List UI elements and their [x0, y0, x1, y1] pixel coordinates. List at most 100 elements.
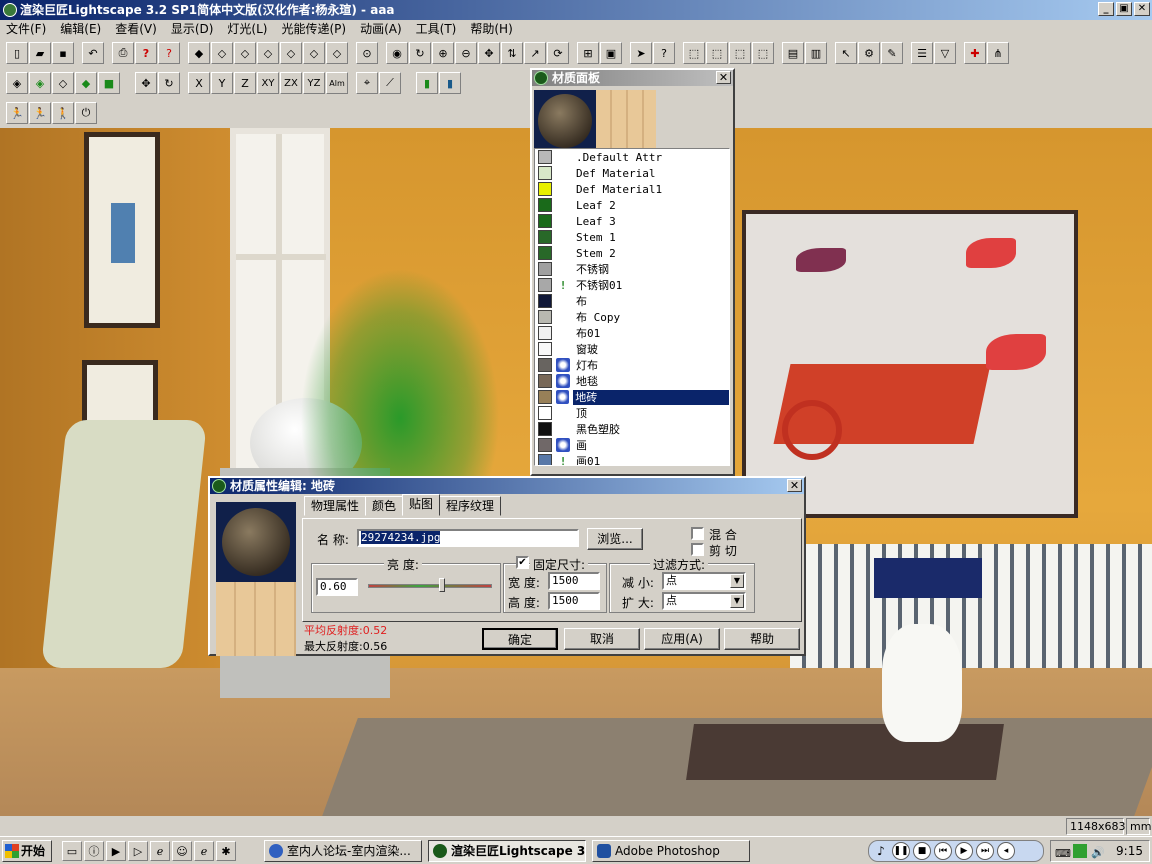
material-list-item[interactable]: 窗玻	[535, 341, 729, 357]
zoom-icon[interactable]: ⊖	[455, 42, 477, 64]
help-icon[interactable]: ?	[135, 42, 157, 64]
brightness-slider-track[interactable]	[368, 584, 492, 588]
width-input[interactable]: 1500	[548, 572, 600, 590]
eye-icon[interactable]: ◉	[386, 42, 408, 64]
blend-checkbox[interactable]	[691, 527, 704, 540]
axis-z-button[interactable]: Z	[234, 72, 256, 94]
pan-icon[interactable]: ✥	[478, 42, 500, 64]
apply-button[interactable]: 应用(A)	[644, 628, 720, 650]
menu-file[interactable]: 文件(F)	[6, 20, 46, 38]
menu-tools[interactable]: 工具(T)	[416, 20, 457, 38]
material-list-item[interactable]: 黑色塑胶	[535, 421, 729, 437]
menu-animation[interactable]: 动画(A)	[360, 20, 402, 38]
material-list-item[interactable]: Stem 2	[535, 245, 729, 261]
select-window-icon[interactable]: ⬚	[683, 42, 705, 64]
context-help-icon[interactable]: ?	[158, 42, 180, 64]
undo-icon[interactable]: ↶	[82, 42, 104, 64]
zoom-extent-icon[interactable]: ⊙	[356, 42, 378, 64]
material-list-item[interactable]: Def Material1	[535, 181, 729, 197]
browse-button[interactable]: 浏览...	[587, 528, 643, 550]
material-list[interactable]: .Default Attr Def Material Def Material1 Le…	[534, 148, 730, 466]
print-icon[interactable]: ⎙	[112, 42, 134, 64]
axis-zx-button[interactable]: ZX	[280, 72, 302, 94]
menu-display[interactable]: 显示(D)	[171, 20, 214, 38]
layers-icon[interactable]: ☰	[911, 42, 933, 64]
view-cube-3-icon[interactable]: ◇	[257, 42, 279, 64]
tab-procedural[interactable]: 程序纹理	[439, 496, 502, 516]
task-forum[interactable]: 室内人论坛-室内渲染...	[264, 840, 422, 862]
ok-button[interactable]: 确定	[482, 628, 558, 650]
material-list-item[interactable]: Def Material	[535, 165, 729, 181]
material-editor-titlebar[interactable]: 材质属性编辑: 地砖 ✕	[210, 478, 804, 494]
texture-name-input[interactable]: 29274234.jpg	[357, 529, 579, 547]
zoom-window-icon[interactable]: ⊞	[577, 42, 599, 64]
wire-cube-icon[interactable]: ◈	[6, 72, 28, 94]
material-list-item[interactable]: ! 不锈钢01	[535, 277, 729, 293]
run-icon[interactable]: 🏃	[29, 102, 51, 124]
axis-yz-button[interactable]: YZ	[303, 72, 325, 94]
axis-y-button[interactable]: Y	[211, 72, 233, 94]
material-list-item[interactable]: Leaf 2	[535, 197, 729, 213]
material-list-item[interactable]: .Default Attr	[535, 149, 729, 165]
play-icon[interactable]: ▶	[955, 842, 973, 860]
start-button[interactable]: 开始	[2, 840, 52, 862]
menu-help[interactable]: 帮助(H)	[470, 20, 512, 38]
task-lightscape[interactable]: 渲染巨匠Lightscape 3.2...	[428, 840, 586, 862]
layer-green-icon[interactable]: ▮	[416, 72, 438, 94]
height-input[interactable]: 1500	[548, 592, 600, 610]
desktop-icon[interactable]: ▭	[62, 841, 82, 861]
new-file-icon[interactable]: ▯	[6, 42, 28, 64]
view-cube-1-icon[interactable]: ◇	[211, 42, 233, 64]
add-icon[interactable]: ✚	[964, 42, 986, 64]
chevron-down-icon[interactable]: ▼	[730, 594, 744, 608]
help-button[interactable]: 帮助	[724, 628, 800, 650]
rotate-icon[interactable]: ⟳	[547, 42, 569, 64]
zoom-in-icon[interactable]: ⊕	[432, 42, 454, 64]
fixed-size-checkbox[interactable]: ✔	[516, 556, 529, 569]
query-icon[interactable]: ?	[653, 42, 675, 64]
network-icon[interactable]	[1073, 844, 1087, 858]
walk-icon[interactable]: ⇅	[501, 42, 523, 64]
material-list-item[interactable]: 画	[535, 437, 729, 453]
figure-icon[interactable]: 🚶	[52, 102, 74, 124]
speaker-icon[interactable]: 🔊	[1091, 843, 1105, 863]
settings-icon[interactable]: ⚙	[858, 42, 880, 64]
material-panel-close-button[interactable]: ✕	[716, 71, 731, 84]
green-wire-icon[interactable]: ◈	[29, 72, 51, 94]
walk-person-icon[interactable]: 🏃	[6, 102, 28, 124]
material-list-item[interactable]: ! 画01	[535, 453, 729, 465]
brightness-input[interactable]: 0.60	[316, 578, 358, 596]
material-list-item[interactable]: 布	[535, 293, 729, 309]
axis-xy-button[interactable]: XY	[257, 72, 279, 94]
material-editor-close-button[interactable]: ✕	[787, 479, 802, 492]
view-cube-5-icon[interactable]: ◇	[303, 42, 325, 64]
open-folder-icon[interactable]: ▰	[29, 42, 51, 64]
menu-view[interactable]: 查看(V)	[115, 20, 157, 38]
material-list-item[interactable]: 灯布	[535, 357, 729, 373]
previous-icon[interactable]: ⏮	[934, 842, 952, 860]
info-icon[interactable]: ⓘ	[84, 841, 104, 861]
snap-icon[interactable]: ⌖	[356, 72, 378, 94]
menu-light[interactable]: 灯光(L)	[227, 20, 267, 38]
orbit-icon[interactable]: ↻	[409, 42, 431, 64]
save-icon[interactable]: ▪	[52, 42, 74, 64]
select-cube-icon[interactable]: ◆	[188, 42, 210, 64]
tool-icon[interactable]: ✱	[216, 841, 236, 861]
material-list-item[interactable]: 布01	[535, 325, 729, 341]
brightness-slider-thumb[interactable]	[439, 578, 445, 592]
rotate-object-icon[interactable]: ↻	[158, 72, 180, 94]
browser-icon[interactable]: ℯ	[150, 841, 170, 861]
maximize-button[interactable]: ▣	[1116, 2, 1132, 16]
chat-icon[interactable]: ☺	[172, 841, 192, 861]
hidden-cube-icon[interactable]: ◇	[52, 72, 74, 94]
cut-checkbox[interactable]	[691, 543, 704, 556]
material-list-item[interactable]: 布 Copy	[535, 309, 729, 325]
task-photoshop[interactable]: Adobe Photoshop	[592, 840, 750, 862]
solid-cube-icon[interactable]: ◆	[75, 72, 97, 94]
align-icon[interactable]: ⟋	[379, 72, 401, 94]
pause-icon[interactable]: ❚❚	[892, 842, 910, 860]
menu-radiosity[interactable]: 光能传递(P)	[281, 20, 346, 38]
shaded-cube-icon[interactable]: ■	[98, 72, 120, 94]
close-button[interactable]: ✕	[1134, 2, 1150, 16]
material-panel-titlebar[interactable]: 材质面板 ✕	[532, 70, 733, 86]
